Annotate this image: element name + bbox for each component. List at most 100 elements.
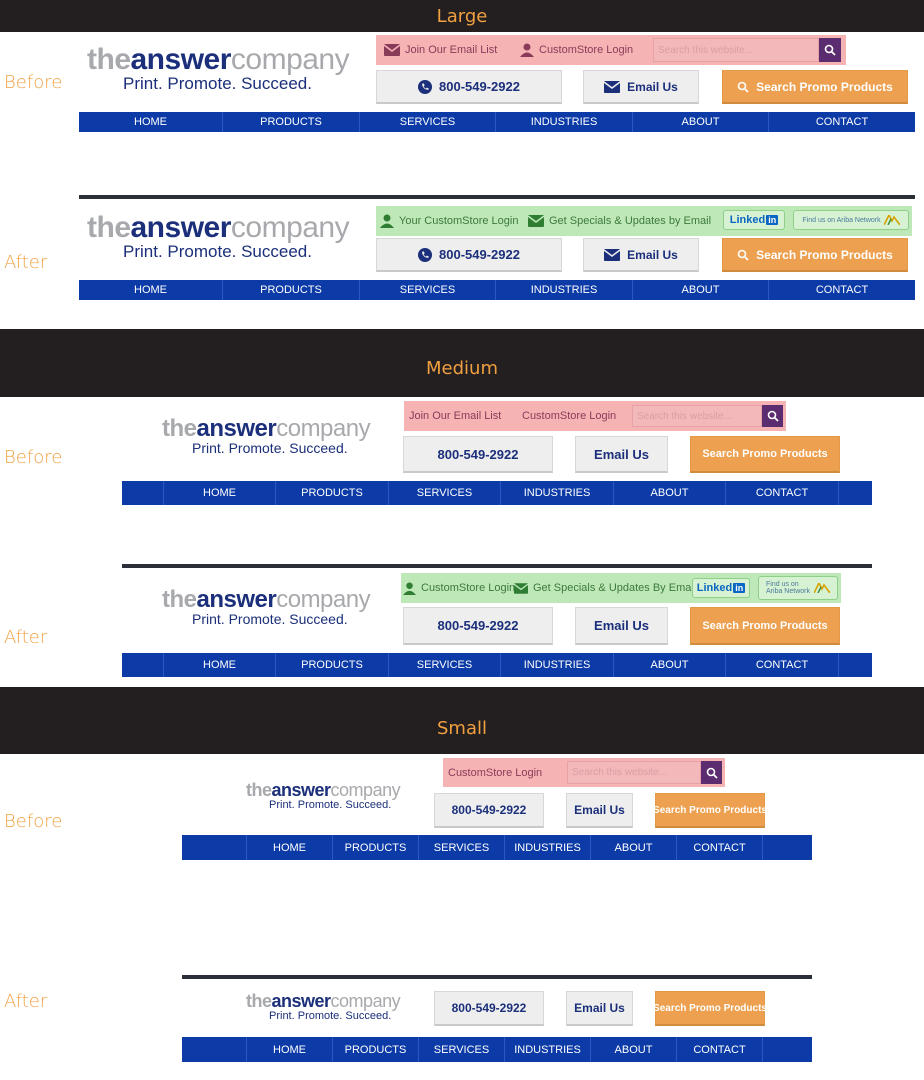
nav-services[interactable]: SERVICES <box>360 280 496 300</box>
nav-services[interactable]: SERVICES <box>389 481 501 505</box>
nav-home[interactable]: HOME <box>164 653 276 677</box>
nav-about[interactable]: ABOUT <box>591 1037 677 1062</box>
nav-products[interactable]: PRODUCTS <box>333 835 419 860</box>
linkedin-badge[interactable]: Linked in <box>692 578 750 598</box>
nav-contact[interactable]: CONTACT <box>677 1037 763 1062</box>
search-promo-button[interactable]: Search Promo Products <box>653 991 767 1026</box>
nav-contact[interactable]: CONTACT <box>769 112 915 132</box>
nav-about[interactable]: ABOUT <box>633 112 769 132</box>
phone-button[interactable]: 800-549-2922 <box>434 991 544 1026</box>
search-submit-button[interactable] <box>701 761 722 784</box>
logo[interactable]: theanswercompany Print. Promote. Succeed… <box>87 213 350 262</box>
search-promo-button[interactable]: Search Promo Products <box>722 238 908 272</box>
join-email-link[interactable]: Join Our Email List <box>409 410 501 422</box>
customstore-login-link[interactable]: Your CustomStore Login <box>380 214 518 228</box>
nav-home[interactable]: HOME <box>247 835 333 860</box>
search-input[interactable]: Search this website... <box>653 38 819 62</box>
phone-button[interactable]: 800-549-2922 <box>376 238 562 272</box>
specials-email-link[interactable]: Get Specials & Updates by Email <box>528 215 711 227</box>
nav-industries[interactable]: INDUSTRIES <box>501 481 614 505</box>
linkedin-icon: in <box>766 215 779 225</box>
ariba-badge[interactable]: Find us on Ariba Network <box>758 576 838 600</box>
nav-products[interactable]: PRODUCTS <box>333 1037 419 1062</box>
email-us-button[interactable]: Email Us <box>566 991 633 1026</box>
ariba-icon <box>883 215 900 225</box>
header-small-after: theanswercompany Print. Promote. Succeed… <box>182 975 812 1065</box>
nav-label: ABOUT <box>650 487 689 499</box>
nav-industries[interactable]: INDUSTRIES <box>505 835 591 860</box>
before-label: Before <box>4 447 63 468</box>
nav-services[interactable]: SERVICES <box>419 1037 505 1062</box>
search-submit-button[interactable] <box>819 38 841 62</box>
nav-industries[interactable]: INDUSTRIES <box>496 280 633 300</box>
search-promo-button[interactable]: Search Promo Products <box>690 436 840 473</box>
search-submit-button[interactable] <box>762 405 783 427</box>
nav-label: ABOUT <box>614 841 653 854</box>
nav-industries[interactable]: INDUSTRIES <box>496 112 633 132</box>
search-input[interactable]: Search this website... <box>567 761 701 784</box>
phone-button[interactable]: 800-549-2922 <box>434 793 544 828</box>
customstore-login-link[interactable]: CustomStore Login <box>403 581 515 595</box>
nav-label: CONTACT <box>755 487 809 499</box>
logo[interactable]: theanswercompany Print. Promote. Succeed… <box>162 588 371 627</box>
nav-services[interactable]: SERVICES <box>419 835 505 860</box>
nav-label: SERVICES <box>416 487 473 499</box>
phone-button[interactable]: 800-549-2922 <box>403 436 553 473</box>
nav-home[interactable]: HOME <box>79 112 223 132</box>
logo[interactable]: theanswercompany Print. Promote. Succeed… <box>162 417 371 456</box>
nav-label: HOME <box>273 1043 306 1056</box>
nav-label: ABOUT <box>681 284 720 296</box>
logo[interactable]: theanswercompany Print. Promote. Succeed… <box>87 45 350 94</box>
phone-button[interactable]: 800-549-2922 <box>376 70 562 104</box>
phone-button[interactable]: 800-549-2922 <box>403 607 553 645</box>
nav-products[interactable]: PRODUCTS <box>223 280 360 300</box>
nav-products[interactable]: PRODUCTS <box>223 112 360 132</box>
customstore-login-link[interactable]: CustomStore Login <box>522 410 616 422</box>
search-placeholder: Search this website... <box>572 767 668 778</box>
nav-services[interactable]: SERVICES <box>389 653 501 677</box>
nav-label: PRODUCTS <box>301 487 363 499</box>
nav-about[interactable]: ABOUT <box>614 481 726 505</box>
email-us-button[interactable]: Email Us <box>583 238 699 272</box>
search-promo-button[interactable]: Search Promo Products <box>653 793 767 828</box>
nav-label: HOME <box>134 284 167 296</box>
ariba-badge[interactable]: Find us on Ariba Network <box>793 210 909 230</box>
join-email-link[interactable]: Join Our Email List <box>384 44 497 56</box>
nav-contact[interactable]: CONTACT <box>677 835 763 860</box>
customstore-login-link[interactable]: CustomStore Login <box>448 767 542 779</box>
nav-products[interactable]: PRODUCTS <box>276 653 389 677</box>
section-header-large: Large <box>0 0 924 32</box>
search-input[interactable]: Search this website... <box>632 405 762 427</box>
nav-industries[interactable]: INDUSTRIES <box>501 653 614 677</box>
nav-about[interactable]: ABOUT <box>633 280 769 300</box>
linkedin-badge[interactable]: Linked in <box>723 210 785 230</box>
logo[interactable]: theanswercompany Print. Promote. Succeed… <box>246 781 401 811</box>
nav-products[interactable]: PRODUCTS <box>276 481 389 505</box>
utility-bar: Join Our Email List CustomStore Login Se… <box>404 401 786 431</box>
search-promo-button[interactable]: Search Promo Products <box>690 607 840 645</box>
search-promo-button[interactable]: Search Promo Products <box>722 70 908 104</box>
email-us-button[interactable]: Email Us <box>575 607 668 645</box>
email-us-label: Email Us <box>627 247 678 262</box>
email-us-button[interactable]: Email Us <box>575 436 668 473</box>
email-us-button[interactable]: Email Us <box>583 70 699 104</box>
nav-industries[interactable]: INDUSTRIES <box>505 1037 591 1062</box>
nav-about[interactable]: ABOUT <box>591 835 677 860</box>
search-icon <box>737 249 749 261</box>
nav-home[interactable]: HOME <box>164 481 276 505</box>
nav-about[interactable]: ABOUT <box>614 653 726 677</box>
specials-email-link[interactable]: Get Specials & Updates By Email <box>514 582 696 594</box>
nav-contact[interactable]: CONTACT <box>769 280 915 300</box>
nav-home[interactable]: HOME <box>79 280 223 300</box>
nav-label: HOME <box>134 116 167 128</box>
nav-home[interactable]: HOME <box>247 1037 333 1062</box>
customstore-login-link[interactable]: CustomStore Login <box>520 43 633 57</box>
logo[interactable]: theanswercompany Print. Promote. Succeed… <box>246 992 401 1022</box>
nav-contact[interactable]: CONTACT <box>726 481 839 505</box>
email-us-button[interactable]: Email Us <box>566 793 633 828</box>
nav-contact[interactable]: CONTACT <box>726 653 839 677</box>
before-label: Before <box>4 72 63 93</box>
nav-services[interactable]: SERVICES <box>360 112 496 132</box>
